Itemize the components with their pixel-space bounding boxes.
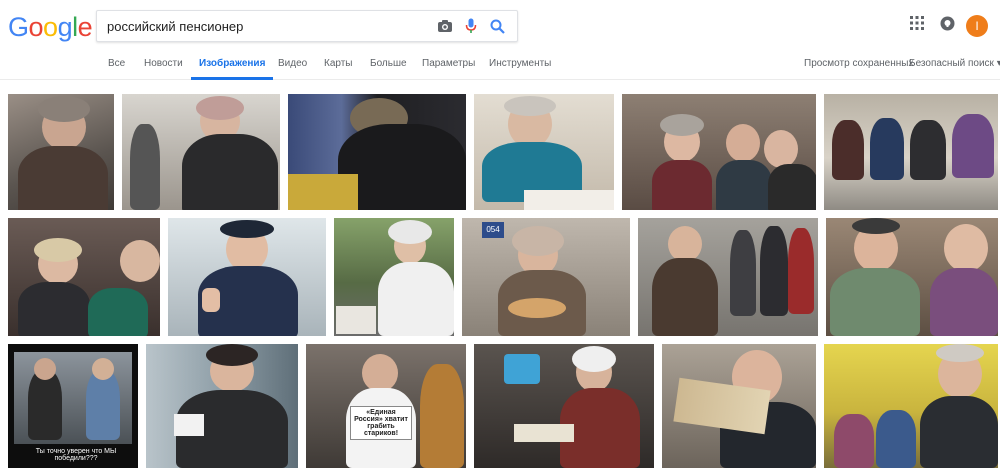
image-result[interactable]: «Единая Россия» хватит грабить стариков! — [306, 344, 466, 468]
image-result[interactable] — [122, 94, 280, 210]
image-result[interactable] — [146, 344, 298, 468]
image-result[interactable] — [288, 94, 466, 210]
search-box — [96, 10, 518, 42]
logo-letter: o — [43, 12, 58, 42]
tab-more[interactable]: Больше — [370, 58, 407, 80]
image-caption: Ты точно уверен что МЫ победили??? — [35, 448, 117, 462]
tab-maps[interactable]: Карты — [324, 58, 353, 80]
image-result[interactable] — [662, 344, 816, 468]
camera-icon[interactable] — [437, 18, 453, 34]
protest-sign-text: «Единая Россия» хватит грабить стариков! — [350, 406, 412, 440]
search-input[interactable] — [107, 11, 427, 41]
logo-letter: g — [57, 12, 73, 42]
image-result[interactable]: 054 — [462, 218, 630, 336]
notifications-icon[interactable] — [940, 16, 956, 32]
image-result[interactable] — [8, 94, 114, 210]
tab-all[interactable]: Все — [108, 58, 125, 80]
image-results-grid: 054 Ты точно уверен что МЫ победили??? «… — [0, 92, 1000, 470]
safe-search-dropdown[interactable]: Безопасный поиск ▾ — [909, 58, 1000, 69]
apps-grid-icon[interactable] — [910, 16, 926, 32]
image-result[interactable] — [622, 94, 816, 210]
image-result[interactable]: Ты точно уверен что МЫ победили??? — [8, 344, 138, 468]
logo-letter: o — [28, 12, 44, 42]
image-result[interactable] — [8, 218, 160, 336]
search-icon[interactable] — [489, 18, 505, 34]
image-result[interactable] — [824, 344, 998, 468]
logo-letter: e — [77, 12, 93, 42]
tab-news[interactable]: Новости — [144, 58, 183, 80]
image-result[interactable] — [826, 218, 998, 336]
top-header: Google I Все Новости Изображения Видео К… — [0, 0, 1000, 80]
image-result[interactable] — [638, 218, 818, 336]
avatar[interactable]: I — [966, 15, 988, 37]
microphone-icon[interactable] — [463, 18, 479, 34]
image-result[interactable] — [474, 344, 654, 468]
tab-tools[interactable]: Инструменты — [489, 58, 551, 80]
tab-images[interactable]: Изображения — [190, 58, 274, 80]
tab-settings[interactable]: Параметры — [422, 58, 475, 80]
image-result[interactable] — [474, 94, 614, 210]
image-result[interactable] — [168, 218, 326, 336]
image-result[interactable] — [334, 218, 454, 336]
saved-images-link[interactable]: Просмотр сохраненных — [804, 58, 913, 69]
tab-video[interactable]: Видео — [278, 58, 307, 80]
logo-letter: G — [8, 12, 29, 42]
image-result[interactable] — [824, 94, 998, 210]
google-logo[interactable]: Google — [8, 12, 93, 43]
